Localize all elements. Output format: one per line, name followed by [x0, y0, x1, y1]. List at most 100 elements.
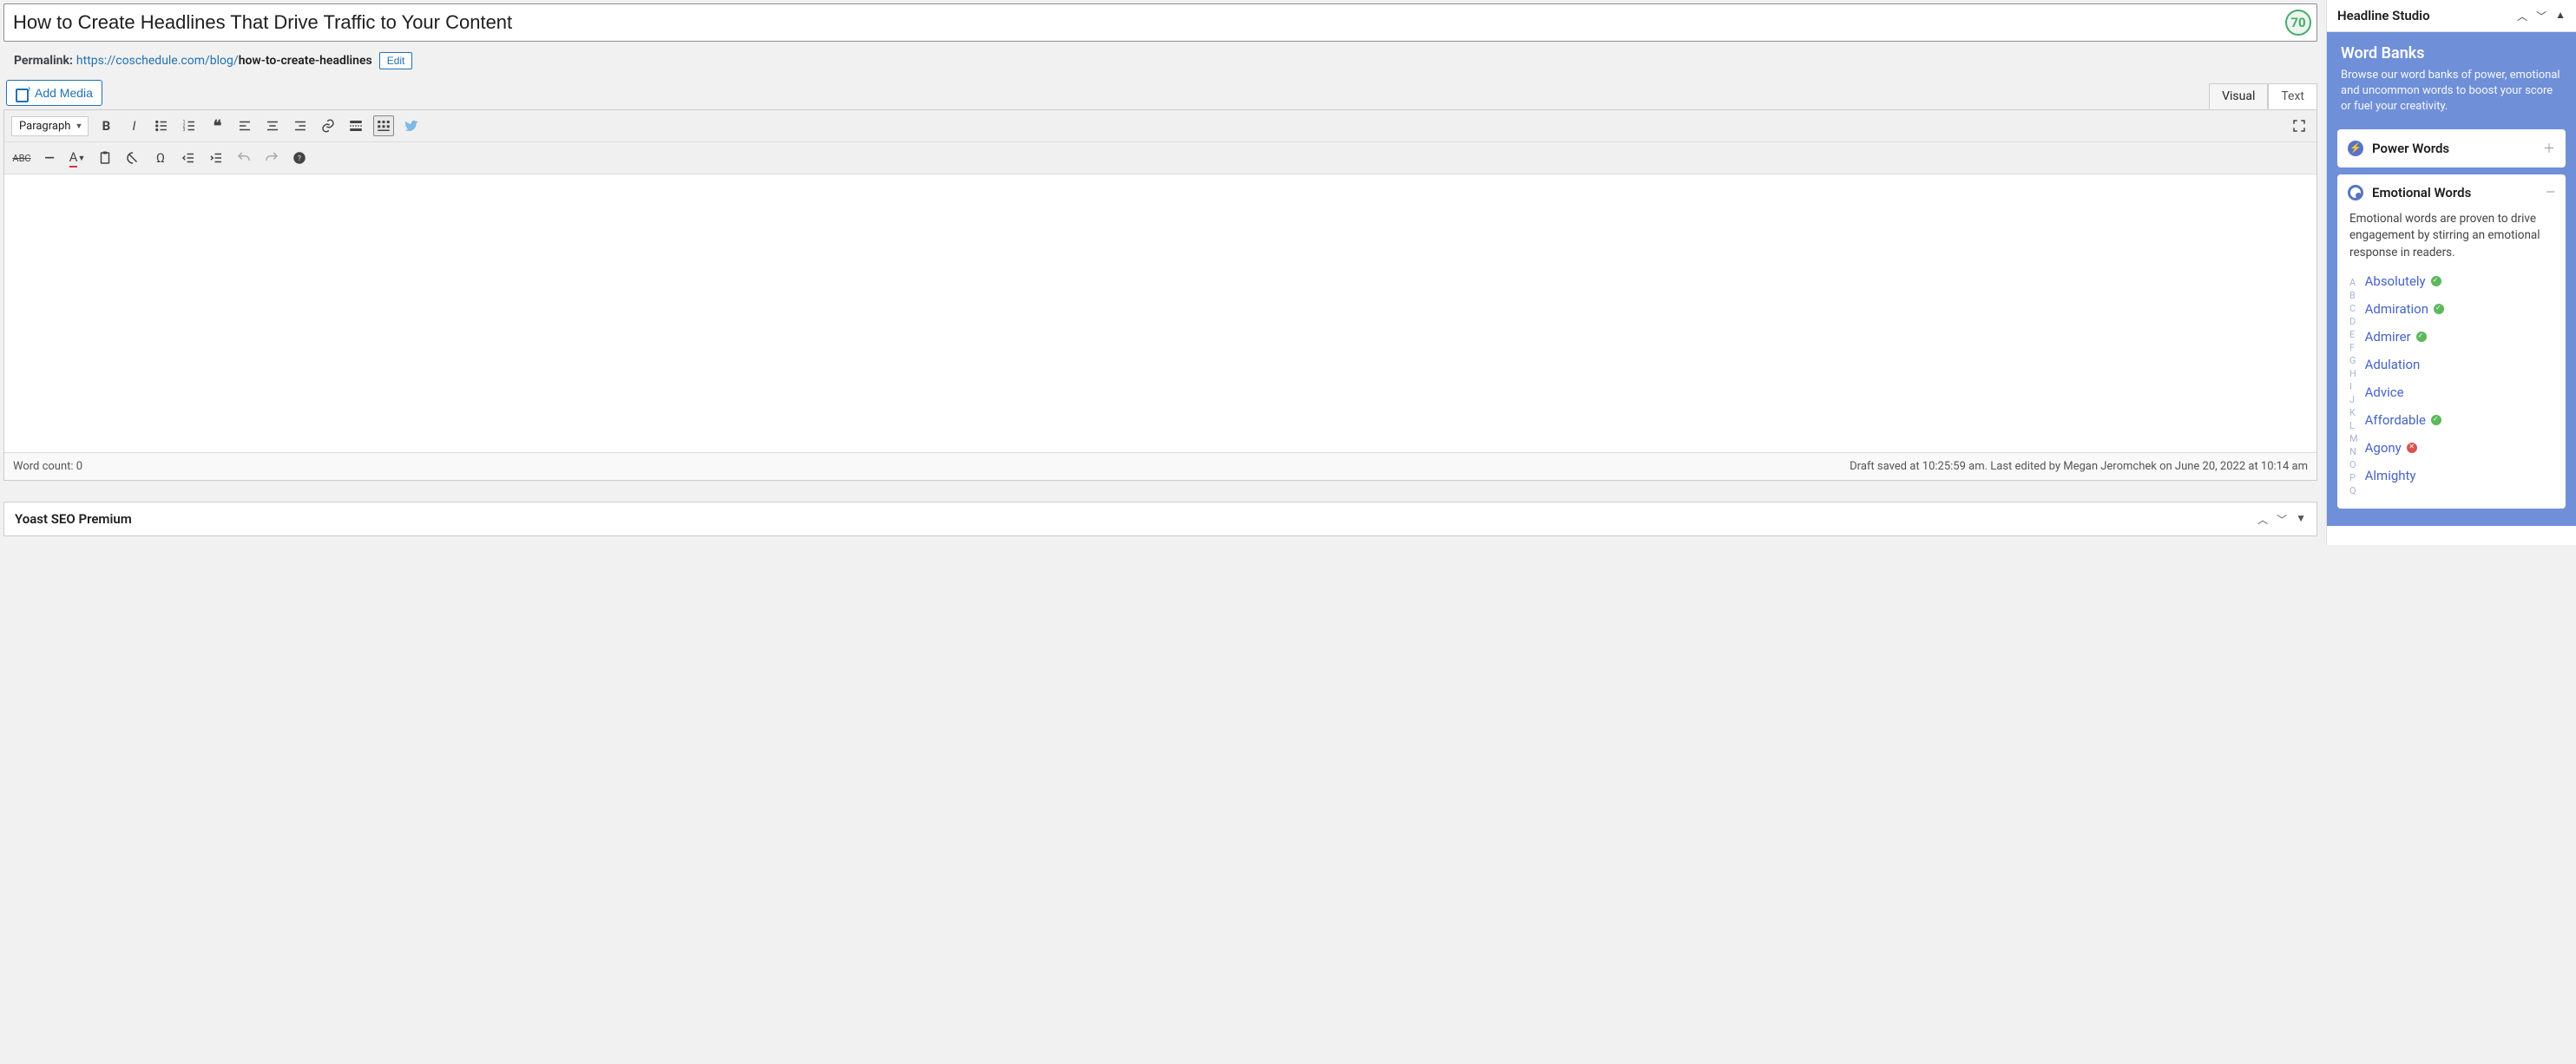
alpha-letter[interactable]: B	[2349, 290, 2358, 301]
alpha-letter[interactable]: L	[2349, 420, 2358, 431]
emotional-words-label: Emotional Words	[2372, 185, 2537, 200]
word-text: Agony	[2365, 440, 2402, 456]
positive-dot-icon	[2431, 415, 2441, 425]
word-item[interactable]: Adulation	[2365, 357, 2562, 372]
yoast-toggle-icon[interactable]: ▼	[2296, 512, 2306, 527]
undo-button[interactable]	[233, 148, 254, 168]
twitter-icon[interactable]	[401, 115, 422, 136]
add-media-button[interactable]: Add Media	[6, 80, 102, 106]
toolbar-toggle-button[interactable]	[373, 115, 394, 136]
headline-score-badge: 70	[2285, 10, 2311, 36]
alpha-letter[interactable]: A	[2349, 277, 2358, 288]
align-center-button[interactable]	[262, 115, 283, 136]
permalink-base-link[interactable]: https://coschedule.com/blog/	[76, 54, 239, 68]
paste-text-button[interactable]	[95, 148, 115, 168]
editor-canvas[interactable]	[4, 174, 2316, 452]
yoast-up-icon[interactable]: ︿	[2257, 512, 2268, 527]
word-item[interactable]: Advice	[2365, 384, 2562, 400]
emotional-words-desc: Emotional words are proven to drive enga…	[2337, 211, 2566, 274]
permalink-row: Permalink: https://coschedule.com/blog/h…	[3, 42, 2317, 80]
clear-formatting-button[interactable]	[122, 148, 143, 168]
word-banks-heading: Word Banks	[2341, 44, 2562, 62]
format-select[interactable]: Paragraph	[11, 116, 89, 136]
editor: Paragraph B I 123 ❝	[3, 109, 2317, 481]
alpha-letter[interactable]: K	[2349, 407, 2358, 418]
word-item[interactable]: Absolutely	[2365, 273, 2562, 289]
alpha-letter[interactable]: G	[2349, 355, 2358, 366]
headline-studio-sidebar: Headline Studio ︿ ﹀ ▲ Word Banks Browse …	[2326, 0, 2576, 545]
alpha-letter[interactable]: P	[2349, 472, 2358, 483]
word-item[interactable]: Almighty	[2365, 468, 2562, 483]
alpha-letter[interactable]: E	[2349, 329, 2358, 340]
word-item[interactable]: Affordable	[2365, 412, 2562, 428]
word-banks-hero: Word Banks Browse our word banks of powe…	[2327, 32, 2576, 129]
editor-mode-tabs: Visual Text	[2209, 83, 2317, 109]
alpha-letter[interactable]: C	[2349, 303, 2358, 314]
alpha-index[interactable]: ABCDEFGHIJKLMNOPQ	[2349, 273, 2358, 496]
word-list: Absolutely Admiration Admirer Adulation Advi…	[2365, 273, 2562, 496]
word-text: Admirer	[2365, 329, 2411, 345]
word-item[interactable]: Admirer	[2365, 329, 2562, 345]
italic-button[interactable]: I	[123, 115, 144, 136]
align-right-button[interactable]	[290, 115, 311, 136]
blockquote-button[interactable]: ❝	[207, 115, 227, 136]
positive-dot-icon	[2434, 304, 2444, 314]
word-text: Almighty	[2365, 468, 2416, 483]
text-color-button[interactable]: A ▼	[67, 148, 88, 168]
indent-button[interactable]	[206, 148, 227, 168]
strikethrough-button[interactable]: ABC	[11, 148, 32, 168]
alpha-letter[interactable]: H	[2349, 368, 2358, 379]
bold-button[interactable]: B	[95, 115, 116, 136]
alpha-letter[interactable]: D	[2349, 316, 2358, 327]
bolt-icon: ⚡	[2348, 141, 2363, 156]
bullet-list-button[interactable]	[151, 115, 172, 136]
word-text: Absolutely	[2365, 273, 2426, 289]
yoast-panel: Yoast SEO Premium ︿ ﹀ ▼	[3, 502, 2317, 536]
svg-text:?: ?	[298, 154, 301, 163]
hs-prev-icon[interactable]: ︿	[2517, 9, 2527, 23]
yoast-down-icon[interactable]: ﹀	[2277, 512, 2287, 527]
special-char-button[interactable]: Ω	[150, 148, 171, 168]
alpha-letter[interactable]: I	[2349, 381, 2358, 392]
outdent-button[interactable]	[178, 148, 199, 168]
alpha-letter[interactable]: M	[2349, 433, 2358, 444]
alpha-letter[interactable]: Q	[2349, 485, 2358, 496]
word-count: Word count: 0	[13, 460, 82, 473]
edit-permalink-button[interactable]: Edit	[379, 52, 413, 69]
svg-text:3: 3	[183, 128, 186, 133]
alpha-letter[interactable]: F	[2349, 342, 2358, 353]
positive-dot-icon	[2416, 332, 2427, 342]
media-icon	[16, 87, 30, 99]
redo-button[interactable]	[261, 148, 282, 168]
yoast-title: Yoast SEO Premium	[15, 511, 132, 527]
tab-text[interactable]: Text	[2268, 83, 2317, 109]
tab-visual[interactable]: Visual	[2209, 83, 2268, 109]
align-left-button[interactable]	[234, 115, 255, 136]
minus-icon: —	[2546, 186, 2555, 200]
alpha-letter[interactable]: O	[2349, 459, 2358, 470]
word-item[interactable]: Admiration	[2365, 301, 2562, 317]
post-title-input[interactable]	[13, 6, 2278, 39]
power-words-toggle[interactable]: ⚡ Power Words ＋	[2337, 129, 2566, 167]
title-container: 70	[3, 3, 2317, 42]
ordered-list-button[interactable]: 123	[179, 115, 200, 136]
hs-collapse-icon[interactable]: ▲	[2555, 9, 2566, 23]
read-more-button[interactable]	[345, 115, 366, 136]
editor-statusbar: Word count: 0 Draft saved at 10:25:59 am…	[4, 452, 2316, 480]
link-button[interactable]	[318, 115, 338, 136]
fullscreen-button[interactable]	[2289, 115, 2310, 136]
help-button[interactable]: ?	[289, 148, 310, 168]
word-item[interactable]: Agony	[2365, 440, 2562, 456]
headline-studio-title: Headline Studio	[2337, 8, 2430, 23]
alpha-letter[interactable]: J	[2349, 394, 2358, 405]
word-banks-sub: Browse our word banks of power, emotiona…	[2341, 68, 2562, 115]
alpha-letter[interactable]: N	[2349, 446, 2358, 457]
emotional-words-toggle[interactable]: Emotional Words —	[2337, 174, 2566, 211]
horizontal-rule-button[interactable]: —	[39, 148, 60, 168]
hs-next-icon[interactable]: ﹀	[2536, 9, 2546, 23]
save-info: Draft saved at 10:25:59 am. Last edited …	[1850, 460, 2308, 473]
word-text: Advice	[2365, 384, 2404, 400]
word-text: Admiration	[2365, 301, 2428, 317]
word-text: Affordable	[2365, 412, 2426, 428]
plus-icon: ＋	[2543, 140, 2555, 157]
